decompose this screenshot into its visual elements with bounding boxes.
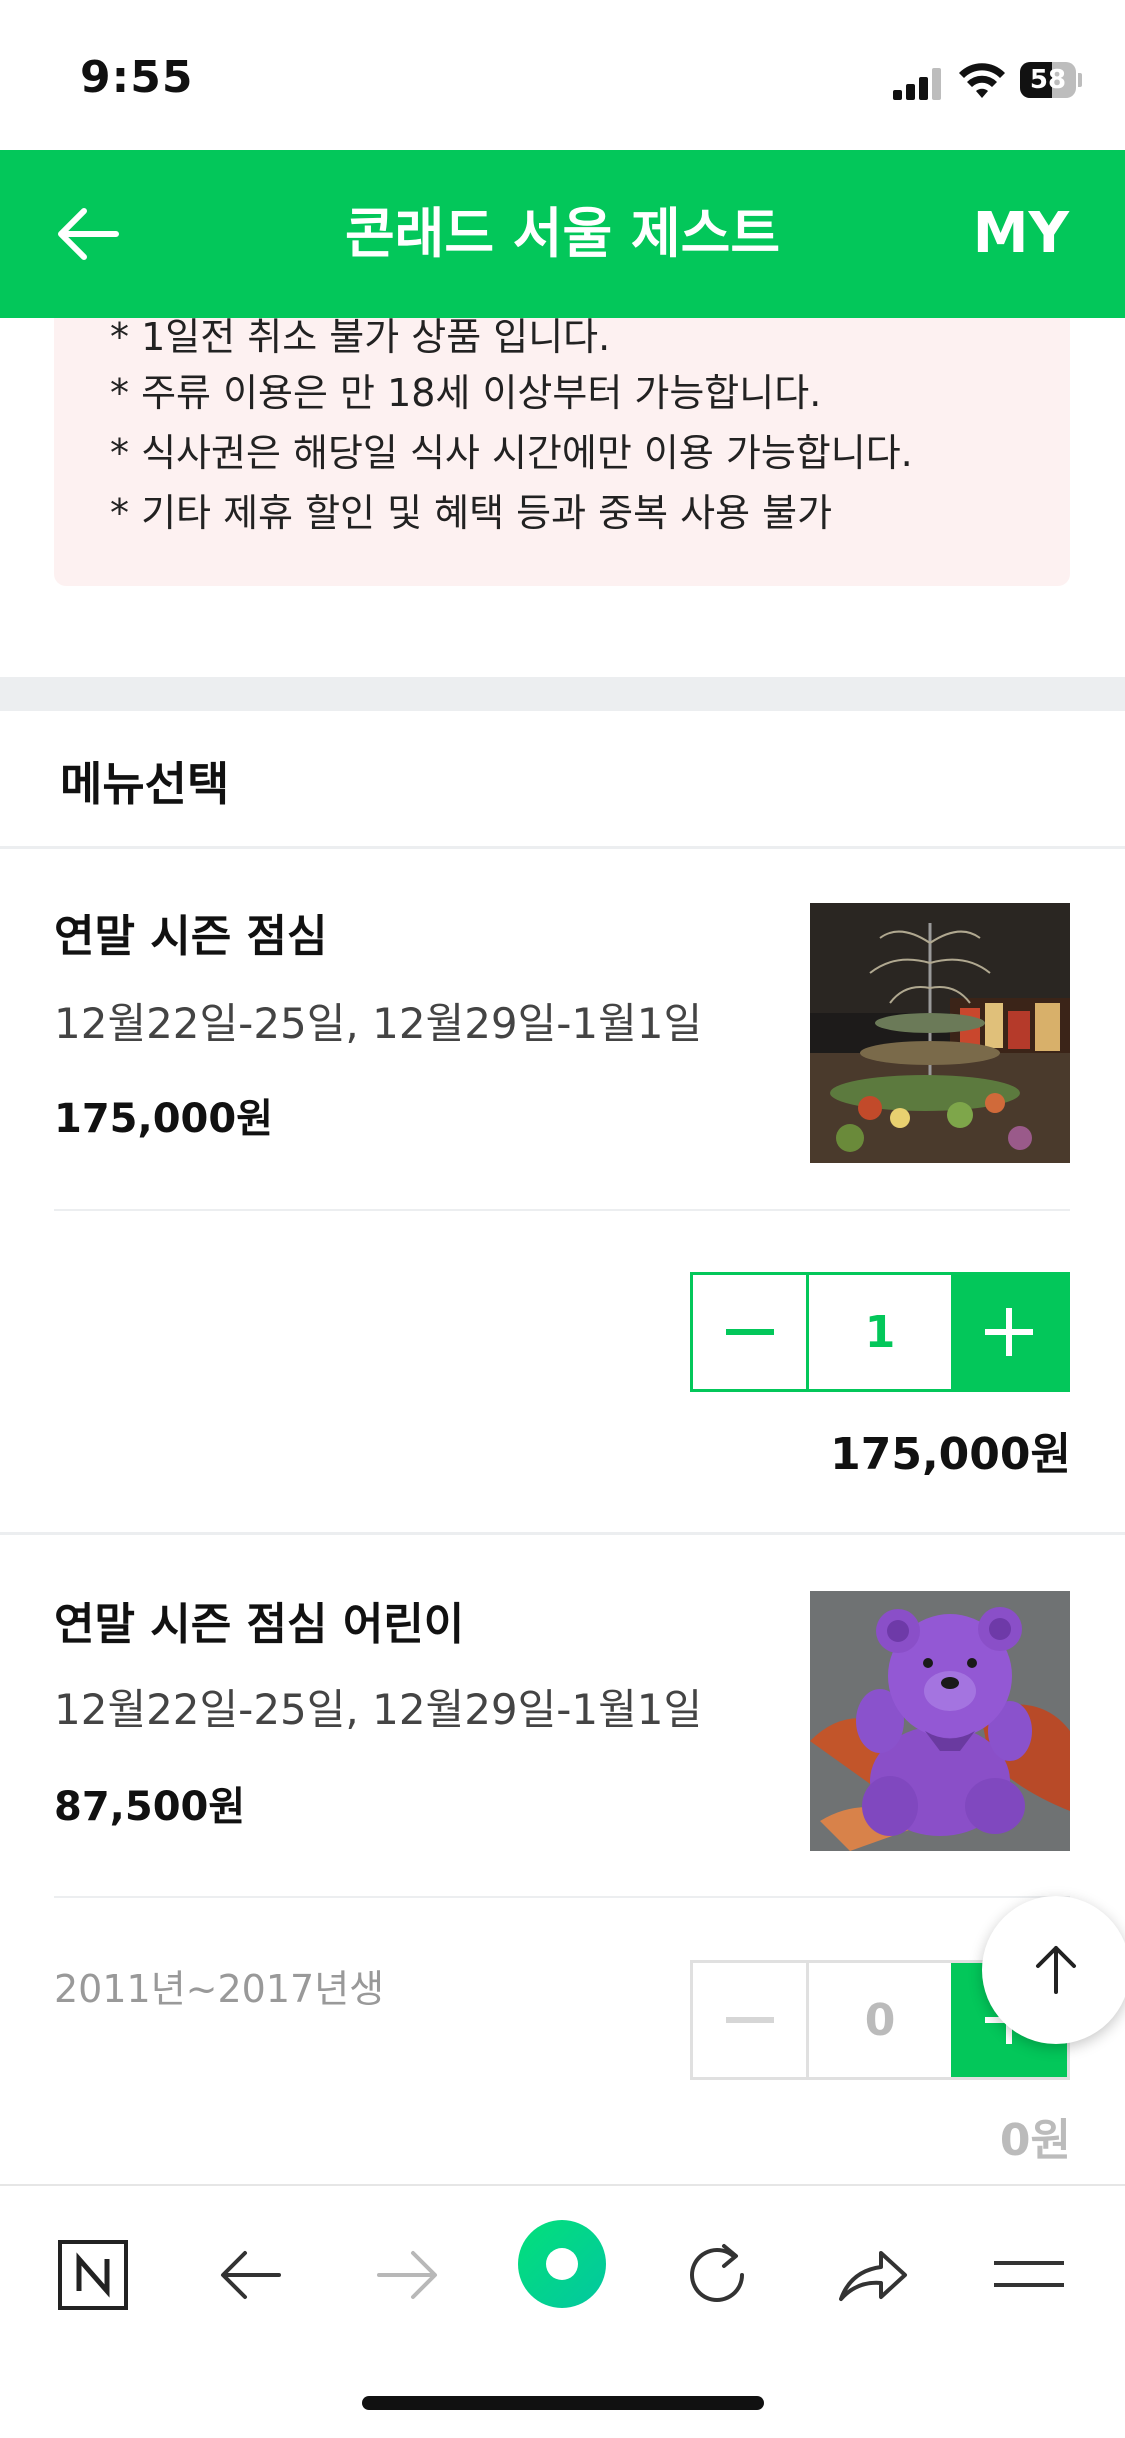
divider xyxy=(54,1209,1070,1211)
notice-line: * 식사권은 해당일 식사 시간에만 이용 가능합니다. xyxy=(110,431,913,475)
battery-percent: 58 xyxy=(1029,65,1067,95)
notice-line: * 기타 제휴 할인 및 혜택 등과 중복 사용 불가 xyxy=(110,491,833,535)
section-title: 메뉴선택 xyxy=(60,757,230,811)
scroll-to-top-button[interactable] xyxy=(982,1896,1125,2046)
arrow-up-icon xyxy=(1036,1946,1076,1994)
menu-item-name: 연말 시즌 점심 xyxy=(54,911,328,962)
divider xyxy=(0,1532,1125,1535)
back-arrow-icon[interactable] xyxy=(206,2230,296,2320)
decrease-button[interactable] xyxy=(693,1963,809,2077)
notice-line: * 주류 이용은 만 18세 이상부터 가능합니다. xyxy=(110,371,822,415)
menu-item-image xyxy=(810,903,1070,1163)
increase-button[interactable] xyxy=(951,1275,1067,1389)
battery-icon: 58 xyxy=(1020,62,1082,98)
wifi-icon xyxy=(959,63,1005,98)
menu-item-price: 175,000원 xyxy=(54,1096,273,1142)
reload-icon[interactable] xyxy=(672,2230,762,2320)
quantity-value[interactable]: 0 xyxy=(809,1963,951,2077)
green-dot-icon[interactable] xyxy=(516,2218,608,2310)
naver-n-icon[interactable] xyxy=(48,2230,138,2320)
page-title: 콘래드 서울 제스트 xyxy=(344,202,781,265)
decrease-button[interactable] xyxy=(693,1275,809,1389)
section-divider xyxy=(0,677,1125,711)
status-time: 9:55 xyxy=(80,52,194,103)
minus-icon xyxy=(725,1329,774,1335)
quantity-value[interactable]: 1 xyxy=(809,1275,951,1389)
divider xyxy=(54,1896,1070,1898)
share-icon[interactable] xyxy=(828,2230,918,2320)
cellular-signal-icon xyxy=(893,68,945,100)
menu-icon[interactable] xyxy=(984,2230,1074,2320)
app-header: 콘래드 서울 제스트 MY xyxy=(0,150,1125,318)
line-total: 175,000원 xyxy=(830,1429,1071,1480)
plus-icon xyxy=(985,1308,1033,1356)
divider xyxy=(0,846,1125,849)
menu-item-name: 연말 시즌 점심 어린이 xyxy=(54,1599,465,1650)
my-button[interactable]: MY xyxy=(973,150,1069,318)
line-total: 0원 xyxy=(999,2115,1071,2166)
age-note: 2011년~2017년생 xyxy=(54,1967,385,2011)
menu-item-dates: 12월22일-25일, 12월29일-1월1일 xyxy=(54,999,703,1048)
menu-item-price: 87,500원 xyxy=(54,1784,246,1830)
minus-icon xyxy=(725,2017,774,2023)
home-indicator xyxy=(362,2396,764,2410)
forward-arrow-icon[interactable] xyxy=(362,2230,452,2320)
menu-item-image xyxy=(810,1591,1070,1851)
quantity-stepper: 1 xyxy=(690,1272,1070,1392)
status-bar: 9:55 58 xyxy=(0,0,1125,150)
menu-item-dates: 12월22일-25일, 12월29일-1월1일 xyxy=(54,1685,703,1734)
